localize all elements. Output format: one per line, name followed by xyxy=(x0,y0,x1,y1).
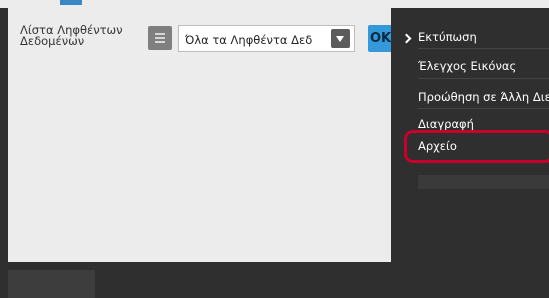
menu-divider xyxy=(418,78,549,79)
panel-title: Λίστα Ληφθέντων Δεδομένων xyxy=(20,23,123,48)
list-view-button[interactable] xyxy=(148,26,172,50)
filter-selected-value: Όλα τα Ληφθέντα Δεδ xyxy=(185,33,313,47)
top-frame xyxy=(0,0,549,8)
bottom-tab[interactable] xyxy=(8,270,95,298)
action-menu: Εκτύπωση Έλεγχος Εικόνας Προώθηση σε Άλλ… xyxy=(391,8,549,194)
chevron-right-icon xyxy=(401,33,412,44)
selection-highlight xyxy=(404,130,549,163)
menu-footer xyxy=(418,175,549,189)
menu-item-delete[interactable]: Διαγραφή xyxy=(418,117,474,131)
top-accent-bar xyxy=(60,0,82,5)
data-filter-select[interactable]: Όλα τα Ληφθέντα Δεδ xyxy=(178,25,355,52)
menu-divider xyxy=(418,48,549,49)
ok-button[interactable]: OK xyxy=(368,25,393,52)
menu-item-forward[interactable]: Προώθηση σε Άλλη Διεύθ xyxy=(418,90,549,104)
menu-item-print[interactable]: Εκτύπωση xyxy=(418,30,477,44)
chevron-down-icon[interactable] xyxy=(331,29,350,48)
menu-item-image-check[interactable]: Έλεγχος Εικόνας xyxy=(418,59,516,73)
received-data-panel: Λίστα Ληφθέντων Δεδομένων Όλα τα Ληφθέντ… xyxy=(8,8,393,262)
menu-divider xyxy=(418,108,549,109)
